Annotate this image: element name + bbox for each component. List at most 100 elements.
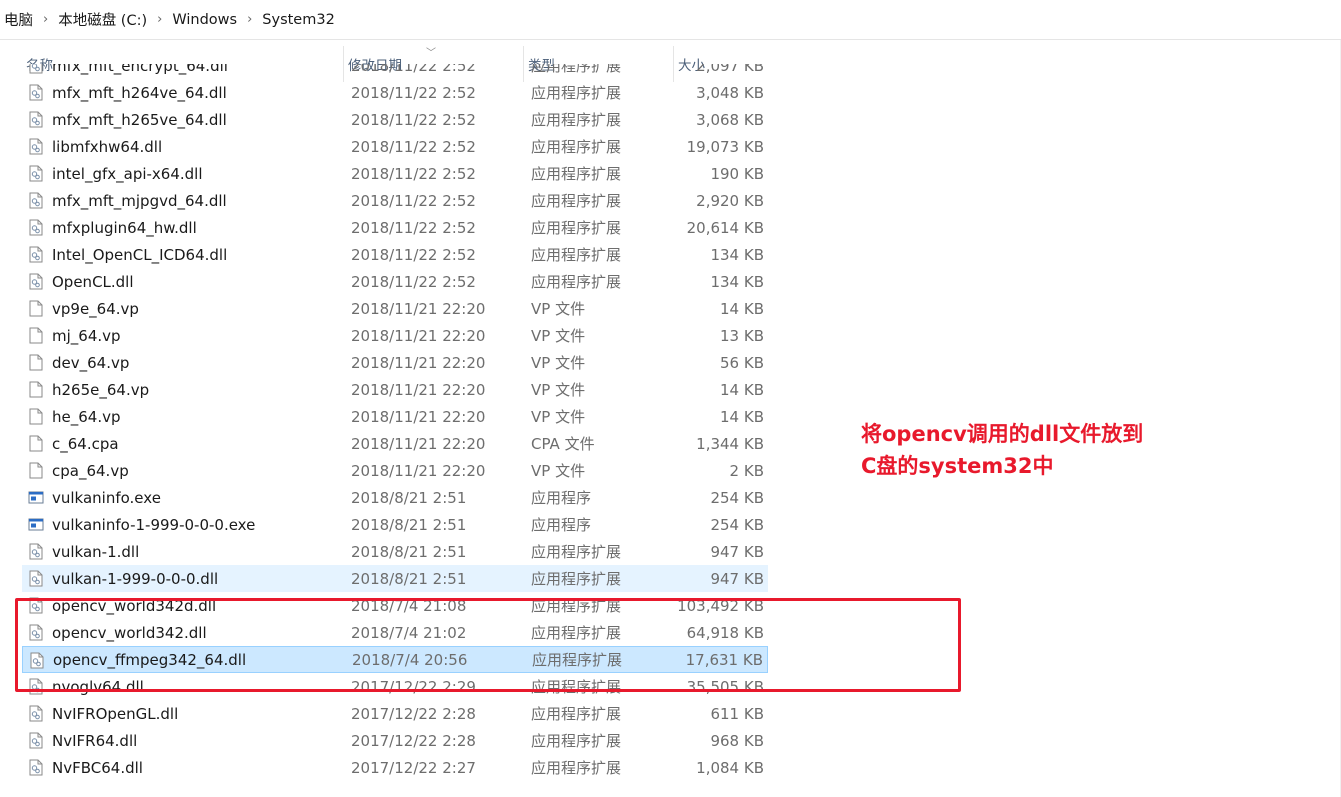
file-size: 190 KB <box>710 164 764 183</box>
file-row[interactable]: cpa_64.vp 2018/11/21 22:20 VP 文件 2 KB <box>22 457 768 484</box>
file-row[interactable]: vulkan-1.dll 2018/8/21 2:51 应用程序扩展 947 KB <box>22 538 768 565</box>
file-date: 2017/12/22 2:29 <box>351 677 476 696</box>
sort-chevron-down-icon: ﹀ <box>426 48 436 59</box>
dll-icon <box>28 570 44 587</box>
file-date: 2017/12/22 2:28 <box>351 731 476 750</box>
file-row[interactable]: mfx_mft_h265ve_64.dll 2018/11/22 2:52 应用程序… <box>22 106 768 133</box>
file-size: 19,073 KB <box>686 137 764 156</box>
file-size: 611 KB <box>710 704 764 723</box>
dll-icon <box>28 678 44 695</box>
file-row[interactable]: mfx_mft_mjpgvd_64.dll 2018/11/22 2:52 应用程序… <box>22 187 768 214</box>
file-name: Intel_OpenCL_ICD64.dll <box>52 245 228 264</box>
dll-icon <box>28 111 44 128</box>
file-row[interactable]: vulkaninfo.exe 2018/8/21 2:51 应用程序 254 KB <box>22 484 768 511</box>
file-size: 3,068 KB <box>696 110 764 129</box>
chevron-right-icon[interactable]: › <box>151 12 168 27</box>
dll-icon <box>28 597 44 614</box>
file-name: mj_64.vp <box>52 326 121 345</box>
file-name: mfx_mft_h265ve_64.dll <box>52 110 227 129</box>
file-date: 2018/11/22 2:52 <box>351 83 476 102</box>
file-type: VP 文件 <box>531 300 586 318</box>
file-name: opencv_world342.dll <box>52 623 207 642</box>
file-type: 应用程序扩展 <box>531 165 622 183</box>
annotation-text: 将opencv调用的dll文件放到 C盘的system32中 <box>861 418 1201 482</box>
dll-icon <box>28 273 44 290</box>
exe-icon <box>28 516 44 533</box>
chevron-right-icon[interactable]: › <box>37 12 54 27</box>
file-type: VP 文件 <box>531 354 586 372</box>
file-name: vulkan-1.dll <box>52 542 140 561</box>
file-date: 2018/11/21 22:20 <box>351 380 486 399</box>
file-date: 2018/11/21 22:20 <box>351 326 486 345</box>
file-row[interactable]: mfxplugin64_hw.dll 2018/11/22 2:52 应用程序扩展 2… <box>22 214 768 241</box>
file-row[interactable]: NvIFR64.dll 2017/12/22 2:28 应用程序扩展 968 KB <box>22 727 768 754</box>
file-name: cpa_64.vp <box>52 461 129 480</box>
file-type: 应用程序扩展 <box>531 597 622 615</box>
file-row[interactable]: libmfxhw64.dll 2018/11/22 2:52 应用程序扩展 19,07… <box>22 133 768 160</box>
file-name: NvIFROpenGL.dll <box>52 704 179 723</box>
file-size: 13 KB <box>720 326 764 345</box>
file-type: 应用程序扩展 <box>531 246 622 264</box>
dll-icon <box>28 543 44 560</box>
file-date: 2018/8/21 2:51 <box>351 569 467 588</box>
file-size: 56 KB <box>720 353 764 372</box>
file-name: c_64.cpa <box>52 434 119 453</box>
file-icon <box>28 354 44 371</box>
file-date: 2018/11/22 2:52 <box>351 137 476 156</box>
file-name: NvIFR64.dll <box>52 731 138 750</box>
file-type: 应用程序扩展 <box>531 732 622 750</box>
file-type: 应用程序扩展 <box>531 219 622 237</box>
file-row[interactable]: opencv_ffmpeg342_64.dll 2018/7/4 20:56 应用程… <box>22 646 768 673</box>
file-name: NvFBC64.dll <box>52 758 143 777</box>
dll-icon <box>28 246 44 263</box>
file-row[interactable]: h265e_64.vp 2018/11/21 22:20 VP 文件 14 KB <box>22 376 768 403</box>
file-row[interactable]: NvIFROpenGL.dll 2017/12/22 2:28 应用程序扩展 611 … <box>22 700 768 727</box>
file-name: mfx_mft_h264ve_64.dll <box>52 83 227 102</box>
dll-icon <box>29 652 45 669</box>
dll-icon <box>28 192 44 209</box>
file-row[interactable]: opencv_world342d.dll 2018/7/4 21:08 应用程序扩展… <box>22 592 768 619</box>
file-type: 应用程序扩展 <box>531 111 622 129</box>
file-row[interactable]: mfx_mft_encrypt_64.dll 2018/11/22 2:52 应用程… <box>22 64 768 79</box>
file-size: 14 KB <box>720 380 764 399</box>
file-row[interactable]: mj_64.vp 2018/11/21 22:20 VP 文件 13 KB <box>22 322 768 349</box>
file-row[interactable]: nvoglv64.dll 2017/12/22 2:29 应用程序扩展 35,505 … <box>22 673 768 700</box>
chevron-right-icon[interactable]: › <box>241 12 258 27</box>
breadcrumb-item-c-drive[interactable]: 本地磁盘 (C:) <box>54 9 151 30</box>
file-row[interactable]: c_64.cpa 2018/11/21 22:20 CPA 文件 1,344 KB <box>22 430 768 457</box>
file-name: libmfxhw64.dll <box>52 137 163 156</box>
file-date: 2018/7/4 21:02 <box>351 623 467 642</box>
file-row[interactable]: vulkaninfo-1-999-0-0-0.exe 2018/8/21 2:51… <box>22 511 768 538</box>
file-name: mfx_mft_mjpgvd_64.dll <box>52 191 227 210</box>
file-type: 应用程序扩展 <box>531 543 622 561</box>
file-type: CPA 文件 <box>531 435 595 453</box>
file-row[interactable]: NvFBC64.dll 2017/12/22 2:27 应用程序扩展 1,084 KB <box>22 754 768 781</box>
file-row[interactable]: OpenCL.dll 2018/11/22 2:52 应用程序扩展 134 KB <box>22 268 768 295</box>
file-size: 14 KB <box>720 299 764 318</box>
breadcrumb-item-windows[interactable]: Windows <box>168 12 241 28</box>
file-type: 应用程序扩展 <box>532 651 623 669</box>
file-row[interactable]: vp9e_64.vp 2018/11/21 22:20 VP 文件 14 KB <box>22 295 768 322</box>
file-type: 应用程序扩展 <box>531 759 622 777</box>
file-date: 2018/8/21 2:51 <box>351 488 467 507</box>
file-row[interactable]: dev_64.vp 2018/11/21 22:20 VP 文件 56 KB <box>22 349 768 376</box>
file-name: mfxplugin64_hw.dll <box>52 218 197 237</box>
file-row[interactable]: mfx_mft_h264ve_64.dll 2018/11/22 2:52 应用程序… <box>22 79 768 106</box>
file-date: 2018/11/21 22:20 <box>351 407 486 426</box>
file-type: 应用程序扩展 <box>531 64 622 75</box>
file-row[interactable]: Intel_OpenCL_ICD64.dll 2018/11/22 2:52 应用程… <box>22 241 768 268</box>
file-name: vulkaninfo.exe <box>52 488 161 507</box>
breadcrumb-item-pc[interactable]: 电脑 <box>0 9 37 30</box>
file-row[interactable]: opencv_world342.dll 2018/7/4 21:02 应用程序扩展 6… <box>22 619 768 646</box>
file-icon <box>28 381 44 398</box>
file-row[interactable]: vulkan-1-999-0-0-0.dll 2018/8/21 2:51 应用程序… <box>22 565 768 592</box>
file-row[interactable]: intel_gfx_api-x64.dll 2018/11/22 2:52 应用程序… <box>22 160 768 187</box>
file-date: 2018/11/21 22:20 <box>351 434 486 453</box>
file-icon <box>28 327 44 344</box>
file-date: 2018/7/4 21:08 <box>351 596 467 615</box>
breadcrumb-item-system32[interactable]: System32 <box>258 12 339 28</box>
file-row[interactable]: he_64.vp 2018/11/21 22:20 VP 文件 14 KB <box>22 403 768 430</box>
file-size: 1,344 KB <box>696 434 764 453</box>
file-size: 254 KB <box>710 488 764 507</box>
file-type: 应用程序扩展 <box>531 192 622 210</box>
